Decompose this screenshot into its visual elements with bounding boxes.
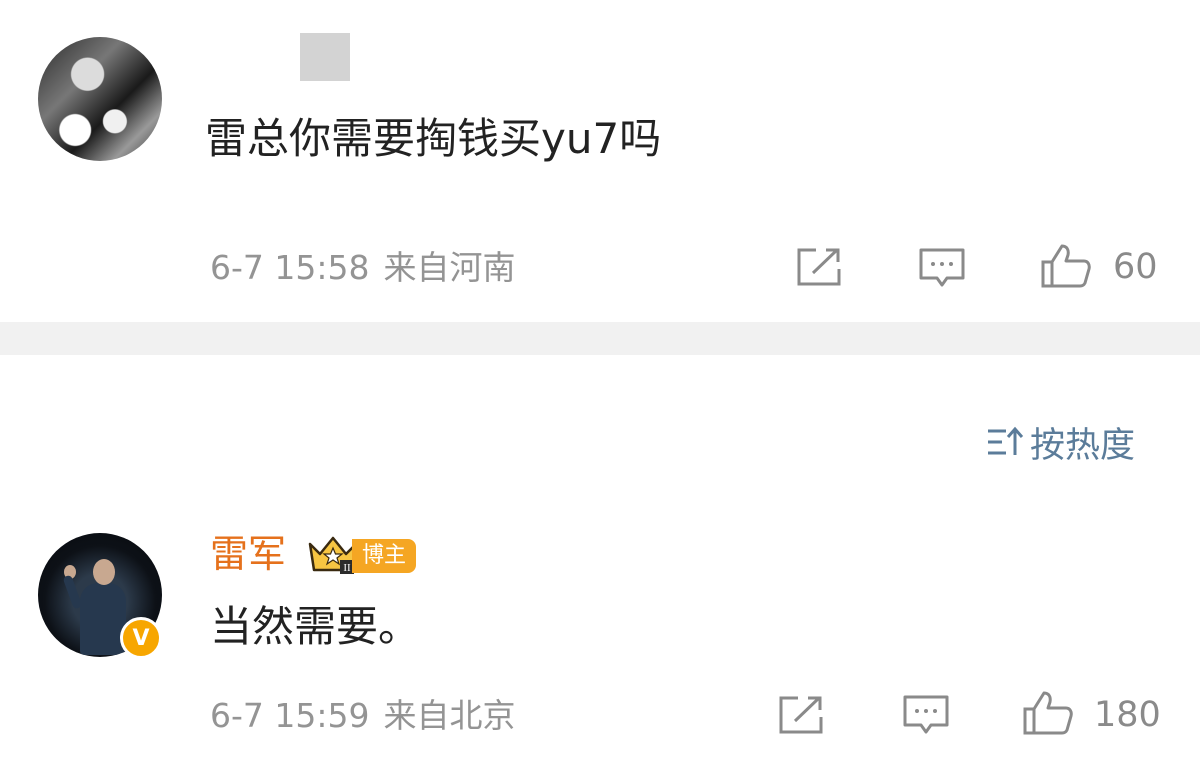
user-avatar[interactable] [38, 37, 162, 161]
share-icon[interactable] [796, 247, 842, 287]
comment-location: 来自北京 [383, 696, 516, 735]
comment-location: 来自河南 [383, 248, 516, 287]
comment-meta: 6-7 15:59 来自北京 [210, 699, 516, 732]
comment-timestamp: 6-7 15:58 [210, 248, 370, 287]
username[interactable]: 雷军 [210, 535, 286, 573]
comment-text: 当然需要。 [210, 602, 421, 651]
verified-badge: V [120, 617, 162, 659]
comment-icon[interactable] [918, 247, 966, 289]
sort-label: 按热度 [1030, 425, 1136, 466]
comment-text: 雷总你需要掏钱买yu7吗 [205, 114, 662, 163]
crown-level: II [343, 562, 351, 574]
comment-meta: 6-7 15:58 来自河南 [210, 251, 516, 284]
sort-icon [988, 426, 1024, 455]
comment-timestamp: 6-7 15:59 [210, 696, 370, 735]
share-icon[interactable] [778, 695, 824, 735]
sort-by-hot-button[interactable]: 按热度 [986, 422, 1135, 466]
thumbs-up-icon[interactable] [1040, 243, 1092, 289]
section-divider [0, 322, 1200, 355]
blogger-badge: 博主 [352, 539, 417, 573]
like-count: 180 [1094, 695, 1161, 735]
comment-card: 雷总你需要掏钱买yu7吗 6-7 15:58 来自河南 60 [0, 0, 1200, 322]
comment-icon[interactable] [902, 694, 950, 736]
thumbs-up-icon[interactable] [1022, 690, 1074, 736]
username-redacted [300, 33, 350, 81]
like-count: 60 [1113, 247, 1158, 287]
